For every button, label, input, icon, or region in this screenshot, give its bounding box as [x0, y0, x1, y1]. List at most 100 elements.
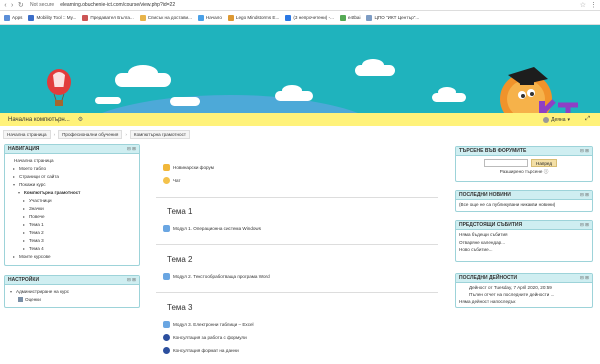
- bookmark-favicon-icon: [4, 14, 10, 21]
- section-divider: [156, 197, 438, 198]
- upcoming-events-block-title: ПРЕДСТОЯЩИ СЪБИТИЯ: [459, 222, 523, 228]
- bookmark-star-icon[interactable]: ☆: [580, 1, 586, 9]
- forum-activity[interactable]: Новинарски форум: [163, 164, 214, 171]
- block-controls-icon[interactable]: ⊟ ⊞: [580, 148, 589, 154]
- nav-tree-label: Покажи курс: [19, 181, 46, 187]
- chevron-right-icon[interactable]: ▸: [23, 246, 27, 251]
- back-arrow-icon[interactable]: ‹: [4, 2, 6, 9]
- full-report-link[interactable]: Пълен отчет на последните дейности ...: [459, 292, 589, 299]
- bookmark-item[interactable]: e4tbai: [339, 14, 360, 21]
- settings-tree: ▾ Администриране на курс Оценки: [5, 285, 139, 305]
- activity-label: Модул 3. Електронни таблици – Excel: [173, 322, 254, 327]
- browser-nav-controls: ‹ › ↻: [0, 0, 28, 11]
- settings-item-course-admin[interactable]: ▾ Администриране на курс: [8, 287, 136, 295]
- cloud-decoration: [170, 97, 200, 106]
- settings-block: НАСТРОЙКИ ⊟ ⊞ ▾ Администриране на курс О…: [4, 275, 140, 308]
- bookmark-item[interactable]: Предавател Бълга...: [82, 14, 134, 21]
- bookmark-item[interactable]: (3 непрочетени) -...: [285, 14, 334, 21]
- chevron-right-icon[interactable]: ▸: [23, 206, 27, 211]
- nav-tree-item[interactable]: ▸ Тема 3: [8, 236, 136, 244]
- site-navbar: Начална компютърн... ⚙ Деяна ▾ ⤢: [0, 113, 600, 126]
- bookmark-item[interactable]: Mobility Tool :: My...: [28, 14, 76, 21]
- topic-title: Тема 2: [167, 255, 193, 264]
- bookmark-item[interactable]: Apps: [4, 14, 22, 21]
- forum-search-button[interactable]: Напред: [531, 159, 558, 167]
- cloud-decoration: [438, 87, 456, 97]
- user-menu[interactable]: Деяна ▾: [543, 116, 570, 123]
- nav-tree-item[interactable]: ▸ Моите курсове: [8, 252, 136, 260]
- nav-tree-item[interactable]: ▸ Повече: [8, 212, 136, 220]
- settings-block-header: НАСТРОЙКИ ⊟ ⊞: [5, 276, 139, 285]
- nav-tree-item[interactable]: ▸ Моето табло: [8, 164, 136, 172]
- chevron-down-icon: ▾: [567, 116, 570, 123]
- fullscreen-toggle-icon[interactable]: ⤢: [585, 116, 590, 123]
- nav-tree-label: Тема 2: [29, 229, 44, 235]
- block-controls-icon[interactable]: ⊟ ⊞: [127, 146, 136, 152]
- forum-search-input[interactable]: [484, 159, 528, 167]
- site-name-link[interactable]: Начална компютърн...: [8, 117, 70, 123]
- nav-tree-item[interactable]: ▾ Компютърна грамотност: [8, 188, 136, 196]
- chevron-right-icon[interactable]: ▸: [23, 230, 27, 235]
- breadcrumb-item[interactable]: Компютърна грамотност: [129, 129, 191, 139]
- chevron-right-icon[interactable]: ▸: [23, 214, 27, 219]
- settings-item-grades[interactable]: Оценки: [8, 295, 136, 303]
- breadcrumb-item[interactable]: Начална страница: [3, 129, 51, 139]
- forward-arrow-icon[interactable]: ›: [11, 2, 13, 9]
- avatar: [543, 116, 550, 123]
- url-text[interactable]: elearning.obuchenie-ict.com/course/view.…: [60, 2, 175, 8]
- module-resource[interactable]: Модул 3. Електронни таблици – Excel: [163, 321, 254, 328]
- activity-label: Чат: [173, 178, 181, 183]
- cloud-decoration: [95, 97, 121, 104]
- not-secure-label[interactable]: Not secure: [30, 2, 54, 8]
- bookmark-favicon-icon: [366, 14, 373, 21]
- bookmarks-bar: Apps Mobility Tool :: My... Предавател Бъл…: [0, 11, 600, 25]
- nav-tree-item[interactable]: ▸ Тема 2: [8, 228, 136, 236]
- chevron-right-icon[interactable]: ▸: [23, 198, 27, 203]
- chevron-right-icon[interactable]: ▸: [13, 174, 17, 179]
- chevron-right-icon[interactable]: ▸: [13, 254, 17, 259]
- bookmark-item[interactable]: Списък на достави...: [139, 14, 192, 21]
- bookmark-label: Начало: [205, 15, 222, 20]
- latest-news-block: ПОСЛЕДНИ НОВИНИ ⊟ ⊞ (Все още не са публи…: [455, 190, 593, 212]
- chevron-right-icon[interactable]: ▸: [13, 166, 17, 171]
- open-calendar-link[interactable]: Отваряне календар...: [459, 240, 589, 247]
- hot-air-balloon-icon: [47, 69, 71, 106]
- breadcrumb-item[interactable]: Професионални обучения: [58, 129, 123, 139]
- nav-tree-label: Страници от сайта: [19, 173, 59, 179]
- advanced-search-link[interactable]: Разширено търсене ⓘ: [456, 169, 592, 175]
- bookmark-item[interactable]: ЦПО "ИКТ Център"...: [366, 14, 419, 21]
- browser-menu-icon[interactable]: ⋮: [590, 1, 597, 9]
- new-event-link[interactable]: Ново събитие...: [459, 247, 589, 254]
- nav-tree-item[interactable]: ▸ Значки: [8, 204, 136, 212]
- chevron-down-icon[interactable]: ▾: [18, 190, 22, 195]
- block-controls-icon[interactable]: ⊟ ⊞: [580, 222, 589, 228]
- gear-icon[interactable]: ⚙: [78, 116, 83, 123]
- module-resource[interactable]: Модул 1. Операционна система Windows: [163, 225, 261, 232]
- consultation-session[interactable]: Консултация за работа с формули: [163, 334, 247, 341]
- nav-tree-item[interactable]: ▾ Покажи курс: [8, 180, 136, 188]
- block-controls-icon[interactable]: ⊟ ⊞: [580, 192, 589, 198]
- chevron-down-icon[interactable]: ▾: [13, 182, 17, 187]
- activity-since-text: Дейност от Tuesday, 7 April 2020, 20:59: [469, 285, 552, 290]
- block-controls-icon[interactable]: ⊟ ⊞: [580, 275, 589, 281]
- folder-icon: [163, 225, 170, 232]
- nav-tree-item[interactable]: ▸ Страници от сайта: [8, 172, 136, 180]
- module-resource[interactable]: Модул 2. Текстообработваща програма Word: [163, 273, 270, 280]
- chevron-right-icon[interactable]: ▸: [23, 222, 27, 227]
- nav-tree-item[interactable]: ▸ Тема 4: [8, 244, 136, 252]
- chat-activity[interactable]: Чат: [163, 177, 181, 184]
- topic-title: Тема 3: [167, 303, 193, 312]
- block-controls-icon[interactable]: ⊟ ⊞: [127, 277, 136, 283]
- chevron-right-icon[interactable]: ▸: [23, 238, 27, 243]
- nav-tree-item[interactable]: ▸ Участници: [8, 196, 136, 204]
- consultation-session[interactable]: Консултация формат на данни: [163, 347, 239, 354]
- latest-news-block-header: ПОСЛЕДНИ НОВИНИ ⊟ ⊞: [456, 191, 592, 200]
- nav-tree-item[interactable]: ▸ Тема 1: [8, 220, 136, 228]
- help-icon[interactable]: ⓘ: [544, 169, 549, 174]
- reload-icon[interactable]: ↻: [18, 1, 24, 9]
- bookmark-item[interactable]: Lego Mindstorms E...: [227, 14, 279, 21]
- section-divider: [156, 292, 438, 293]
- nav-tree-item[interactable]: Начална страница: [8, 156, 136, 164]
- bookmark-item[interactable]: Начало: [197, 14, 222, 21]
- chat-icon: [163, 177, 170, 184]
